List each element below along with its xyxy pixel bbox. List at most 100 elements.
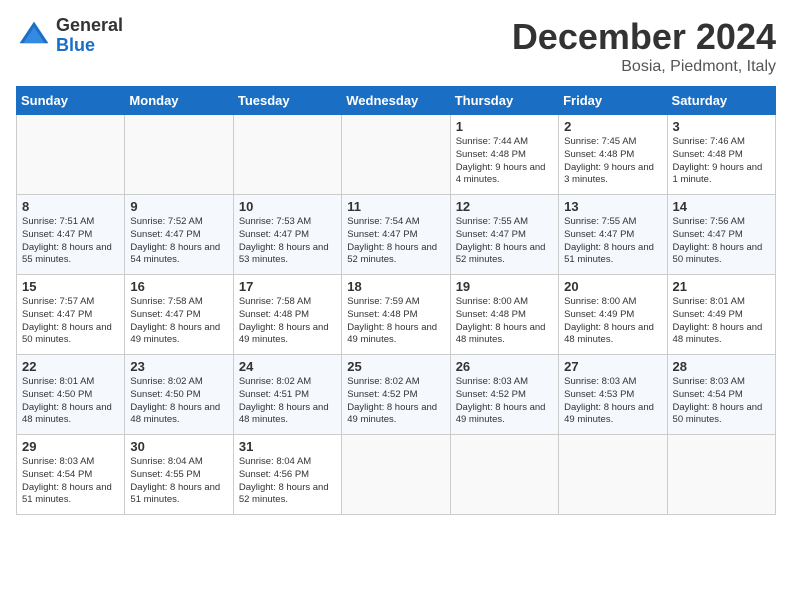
day-info: Sunrise: 7:51 AMSunset: 4:47 PMDaylight:…	[22, 216, 119, 267]
logo-icon	[16, 18, 52, 54]
calendar-day-cell: 30 Sunrise: 8:04 AMSunset: 4:55 PMDayligh…	[125, 435, 233, 515]
day-info: Sunrise: 7:57 AMSunset: 4:47 PMDaylight:…	[22, 296, 119, 347]
calendar-day-cell: 31Sunrise: 8:04 AMSunset: 4:56 PMDayligh…	[233, 435, 341, 515]
day-number: 2	[564, 119, 661, 134]
day-number: 10	[239, 199, 336, 214]
day-info: Sunrise: 8:02 AMSunset: 4:51 PMDaylight:…	[239, 376, 336, 427]
calendar-day-cell: 23 Sunrise: 8:02 AMSunset: 4:50 PMDayligh…	[125, 355, 233, 435]
day-info: Sunrise: 8:01 AMSunset: 4:49 PMDaylight:…	[673, 296, 770, 347]
day-info: Sunrise: 8:03 AMSunset: 4:54 PMDaylight:…	[673, 376, 770, 427]
day-number: 24	[239, 359, 336, 374]
day-number: 14	[673, 199, 770, 214]
calendar-day-cell: 1 Sunrise: 7:44 AMSunset: 4:48 PMDaylight…	[450, 115, 558, 195]
day-number: 20	[564, 279, 661, 294]
calendar-day-cell: 15 Sunrise: 7:57 AMSunset: 4:47 PMDayligh…	[17, 275, 125, 355]
calendar-day-cell: 10 Sunrise: 7:53 AMSunset: 4:47 PMDayligh…	[233, 195, 341, 275]
day-number: 28	[673, 359, 770, 374]
location-title: Bosia, Piedmont, Italy	[512, 58, 776, 76]
calendar-day-cell: 16 Sunrise: 7:58 AMSunset: 4:47 PMDayligh…	[125, 275, 233, 355]
day-number: 25	[347, 359, 444, 374]
day-of-week-header: Saturday	[667, 87, 775, 115]
calendar-week-row: 15 Sunrise: 7:57 AMSunset: 4:47 PMDayligh…	[17, 275, 776, 355]
day-info: Sunrise: 7:52 AMSunset: 4:47 PMDaylight:…	[130, 216, 227, 267]
day-info: Sunrise: 8:04 AMSunset: 4:55 PMDaylight:…	[130, 456, 227, 507]
day-number: 17	[239, 279, 336, 294]
calendar-day-cell	[667, 435, 775, 515]
calendar-day-cell: 9 Sunrise: 7:52 AMSunset: 4:47 PMDaylight…	[125, 195, 233, 275]
calendar-day-cell: 12 Sunrise: 7:55 AMSunset: 4:47 PMDayligh…	[450, 195, 558, 275]
day-number: 23	[130, 359, 227, 374]
calendar-day-cell	[233, 115, 341, 195]
calendar-week-row: 22 Sunrise: 8:01 AMSunset: 4:50 PMDayligh…	[17, 355, 776, 435]
day-info: Sunrise: 8:00 AMSunset: 4:49 PMDaylight:…	[564, 296, 661, 347]
day-of-week-header: Wednesday	[342, 87, 450, 115]
logo-blue: Blue	[56, 36, 123, 56]
day-info: Sunrise: 8:03 AMSunset: 4:53 PMDaylight:…	[564, 376, 661, 427]
month-title: December 2024	[512, 16, 776, 58]
day-number: 31	[239, 439, 336, 454]
calendar-day-cell: 8 Sunrise: 7:51 AMSunset: 4:47 PMDaylight…	[17, 195, 125, 275]
calendar-header-row: SundayMondayTuesdayWednesdayThursdayFrid…	[17, 87, 776, 115]
day-of-week-header: Tuesday	[233, 87, 341, 115]
day-number: 3	[673, 119, 770, 134]
day-info: Sunrise: 8:00 AMSunset: 4:48 PMDaylight:…	[456, 296, 553, 347]
calendar-day-cell: 11 Sunrise: 7:54 AMSunset: 4:47 PMDayligh…	[342, 195, 450, 275]
day-of-week-header: Monday	[125, 87, 233, 115]
day-info: Sunrise: 8:01 AMSunset: 4:50 PMDaylight:…	[22, 376, 119, 427]
calendar-table: SundayMondayTuesdayWednesdayThursdayFrid…	[16, 86, 776, 515]
day-of-week-header: Sunday	[17, 87, 125, 115]
day-info: Sunrise: 8:02 AMSunset: 4:52 PMDaylight:…	[347, 376, 444, 427]
day-number: 13	[564, 199, 661, 214]
calendar-day-cell: 2 Sunrise: 7:45 AMSunset: 4:48 PMDaylight…	[559, 115, 667, 195]
day-info: Sunrise: 7:55 AMSunset: 4:47 PMDaylight:…	[456, 216, 553, 267]
calendar-day-cell: 18 Sunrise: 7:59 AMSunset: 4:48 PMDayligh…	[342, 275, 450, 355]
calendar-week-row: 29 Sunrise: 8:03 AMSunset: 4:54 PMDayligh…	[17, 435, 776, 515]
calendar-day-cell: 24 Sunrise: 8:02 AMSunset: 4:51 PMDayligh…	[233, 355, 341, 435]
calendar-day-cell: 17 Sunrise: 7:58 AMSunset: 4:48 PMDayligh…	[233, 275, 341, 355]
day-number: 11	[347, 199, 444, 214]
day-info: Sunrise: 7:59 AMSunset: 4:48 PMDaylight:…	[347, 296, 444, 347]
day-number: 8	[22, 199, 119, 214]
day-info: Sunrise: 7:58 AMSunset: 4:47 PMDaylight:…	[130, 296, 227, 347]
day-number: 16	[130, 279, 227, 294]
day-info: Sunrise: 8:02 AMSunset: 4:50 PMDaylight:…	[130, 376, 227, 427]
day-info: Sunrise: 7:45 AMSunset: 4:48 PMDaylight:…	[564, 136, 661, 187]
calendar-day-cell	[559, 435, 667, 515]
day-number: 9	[130, 199, 227, 214]
day-number: 18	[347, 279, 444, 294]
calendar-day-cell: 20 Sunrise: 8:00 AMSunset: 4:49 PMDayligh…	[559, 275, 667, 355]
day-info: Sunrise: 7:46 AMSunset: 4:48 PMDaylight:…	[673, 136, 770, 187]
logo: General Blue	[16, 16, 123, 56]
day-of-week-header: Thursday	[450, 87, 558, 115]
logo-text: General Blue	[56, 16, 123, 56]
calendar-week-row: 1 Sunrise: 7:44 AMSunset: 4:48 PMDaylight…	[17, 115, 776, 195]
calendar-day-cell: 14 Sunrise: 7:56 AMSunset: 4:47 PMDayligh…	[667, 195, 775, 275]
day-number: 12	[456, 199, 553, 214]
day-info: Sunrise: 7:53 AMSunset: 4:47 PMDaylight:…	[239, 216, 336, 267]
calendar-day-cell	[342, 115, 450, 195]
day-info: Sunrise: 7:58 AMSunset: 4:48 PMDaylight:…	[239, 296, 336, 347]
day-number: 27	[564, 359, 661, 374]
calendar-day-cell: 22 Sunrise: 8:01 AMSunset: 4:50 PMDayligh…	[17, 355, 125, 435]
day-number: 22	[22, 359, 119, 374]
day-info: Sunrise: 8:03 AMSunset: 4:54 PMDaylight:…	[22, 456, 119, 507]
calendar-day-cell	[17, 115, 125, 195]
calendar-day-cell: 3 Sunrise: 7:46 AMSunset: 4:48 PMDaylight…	[667, 115, 775, 195]
calendar-day-cell: 25 Sunrise: 8:02 AMSunset: 4:52 PMDayligh…	[342, 355, 450, 435]
day-info: Sunrise: 7:55 AMSunset: 4:47 PMDaylight:…	[564, 216, 661, 267]
calendar-day-cell: 19 Sunrise: 8:00 AMSunset: 4:48 PMDayligh…	[450, 275, 558, 355]
calendar-day-cell: 21Sunrise: 8:01 AMSunset: 4:49 PMDayligh…	[667, 275, 775, 355]
day-info: Sunrise: 7:56 AMSunset: 4:47 PMDaylight:…	[673, 216, 770, 267]
calendar-day-cell	[125, 115, 233, 195]
day-number: 15	[22, 279, 119, 294]
calendar-day-cell: 13 Sunrise: 7:55 AMSunset: 4:47 PMDayligh…	[559, 195, 667, 275]
calendar-week-row: 8 Sunrise: 7:51 AMSunset: 4:47 PMDaylight…	[17, 195, 776, 275]
calendar-day-cell	[450, 435, 558, 515]
day-number: 29	[22, 439, 119, 454]
day-number: 30	[130, 439, 227, 454]
day-info: Sunrise: 7:54 AMSunset: 4:47 PMDaylight:…	[347, 216, 444, 267]
day-number: 1	[456, 119, 553, 134]
day-number: 26	[456, 359, 553, 374]
day-info: Sunrise: 7:44 AMSunset: 4:48 PMDaylight:…	[456, 136, 553, 187]
day-number: 19	[456, 279, 553, 294]
